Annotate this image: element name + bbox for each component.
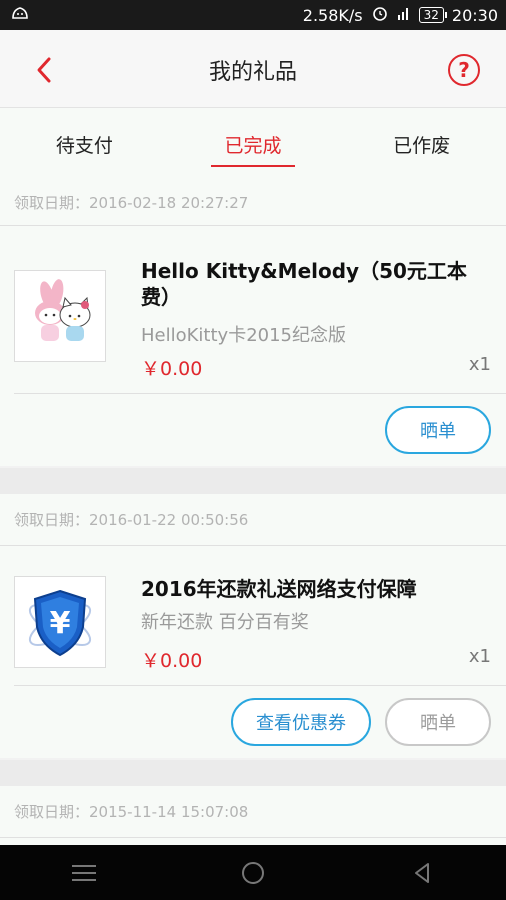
notification-icon	[10, 5, 30, 25]
page-title: 我的礼品	[208, 60, 297, 85]
status-tabs: 待支付 已完成 已作废	[0, 108, 506, 180]
order-card: 领取日期：2016-02-18 20:27:27 Hello Kitty&Mel…	[0, 180, 506, 466]
order-actions: 晒单	[0, 394, 506, 466]
tab-voided[interactable]: 已作废	[337, 108, 506, 180]
product-price: ￥0.00	[141, 358, 203, 380]
tab-pending-payment[interactable]: 待支付	[0, 108, 169, 180]
tab-completed[interactable]: 已完成	[169, 108, 338, 180]
product-title: Hello Kitty&Melody（50元工本费）	[141, 259, 467, 309]
alarm-icon	[371, 4, 389, 26]
view-coupon-button[interactable]: 查看优惠券	[231, 698, 371, 746]
order-card: 领取日期：2016-01-22 00:50:56 ¥ 2016年还款礼送网络支付…	[0, 494, 506, 758]
section-divider	[0, 760, 506, 786]
signal-icon	[397, 5, 411, 25]
hello-kitty-melody-image	[17, 273, 103, 359]
share-order-button[interactable]: 晒单	[385, 406, 491, 454]
question-icon: ?	[458, 58, 470, 82]
section-divider	[0, 468, 506, 494]
share-order-button[interactable]: 晒单	[385, 698, 491, 746]
status-bar: 2.58K/s 32 20:30	[0, 0, 506, 30]
help-button[interactable]: ?	[448, 54, 480, 86]
order-date: 领取日期：2016-02-18 20:27:27	[0, 180, 506, 226]
product-thumbnail: ¥	[14, 576, 106, 668]
menu-icon	[72, 864, 97, 881]
order-item[interactable]: ¥ 2016年还款礼送网络支付保障 新年还款 百分百有奖 ￥0.00 x1	[14, 546, 506, 686]
menu-button[interactable]	[64, 853, 104, 893]
product-subtitle: HelloKitty卡2015纪念版	[141, 325, 347, 346]
product-thumbnail	[14, 270, 106, 362]
product-title: 2016年还款礼送网络支付保障	[141, 577, 417, 601]
product-quantity: x1	[468, 646, 491, 667]
order-date: 领取日期：2015-11-14 15:07:08	[0, 786, 506, 838]
svg-text:¥: ¥	[50, 606, 71, 641]
order-item[interactable]: Hello Kitty&Melody（50元工本费） HelloKitty卡20…	[14, 226, 506, 394]
clock: 20:30	[451, 5, 498, 25]
back-nav-button[interactable]	[402, 853, 442, 893]
home-button[interactable]	[233, 853, 273, 893]
product-price: ￥0.00	[141, 650, 203, 672]
product-quantity: x1	[468, 354, 491, 375]
order-actions: 查看优惠券 晒单	[0, 686, 506, 758]
payment-shield-image: ¥	[17, 579, 103, 665]
order-date: 领取日期：2016-01-22 00:50:56	[0, 494, 506, 546]
back-triangle-icon	[414, 862, 429, 883]
order-card: 领取日期：2015-11-14 15:07:08	[0, 786, 506, 845]
product-subtitle: 新年还款 百分百有奖	[141, 612, 309, 633]
network-speed: 2.58K/s	[302, 5, 363, 25]
home-circle-icon	[241, 861, 264, 884]
battery-indicator: 32	[418, 7, 448, 23]
system-nav-bar	[0, 845, 506, 900]
app-header: 我的礼品 ?	[0, 30, 506, 108]
